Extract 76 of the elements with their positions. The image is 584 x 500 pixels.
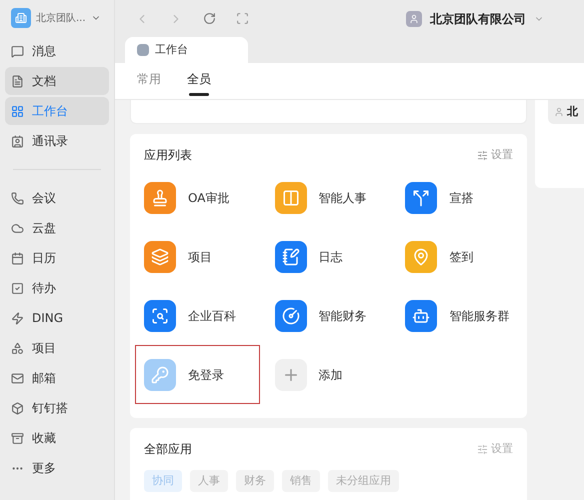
sidebar-item[interactable]: 云盘 — [5, 213, 109, 243]
layers-icon — [151, 248, 169, 266]
box-icon — [11, 402, 24, 414]
app-icon-tile[interactable] — [405, 240, 438, 272]
settings-icon[interactable] — [477, 150, 488, 160]
sidebar-item[interactable]: 钉钉搭 — [5, 393, 109, 423]
sidebar-item[interactable]: 待办 — [5, 273, 109, 303]
org-logo[interactable] — [11, 8, 31, 28]
add-tile[interactable] — [274, 358, 307, 390]
tab[interactable]: 常用 — [137, 63, 161, 99]
refresh-icon[interactable] — [203, 12, 216, 25]
checkbox-icon — [11, 282, 24, 294]
app-name[interactable]: 企业百科 — [188, 306, 236, 324]
columns-icon — [282, 188, 300, 206]
sidebar-item[interactable]: 收藏 — [5, 423, 109, 453]
app-name[interactable]: OA审批 — [188, 188, 230, 206]
gauge-icon — [282, 306, 300, 324]
app-icon-tile[interactable] — [274, 182, 307, 214]
stamp-icon — [151, 188, 169, 206]
sidebar-item[interactable]: 消息 — [5, 37, 109, 65]
sidebar-item[interactable]: 邮箱 — [5, 363, 109, 393]
person-icon — [554, 107, 564, 117]
robot-icon — [412, 306, 430, 324]
app-name[interactable]: 免登录 — [188, 366, 224, 384]
split-icon — [412, 188, 430, 206]
tab-favicon — [137, 44, 149, 56]
sidebar-item[interactable]: 更多 — [5, 453, 109, 483]
document-icon — [11, 74, 24, 88]
sidebar-item[interactable]: 通讯录 — [5, 127, 109, 155]
app-icon-tile[interactable] — [144, 300, 176, 332]
section-title: 应用列表 — [144, 147, 192, 164]
org-name[interactable]: 北京团队... — [36, 10, 86, 26]
building-icon — [15, 12, 27, 24]
app-icon-tile[interactable] — [144, 240, 176, 272]
app-icon-tile[interactable] — [405, 300, 438, 332]
chat-icon — [11, 44, 24, 58]
app-icon-tile[interactable] — [144, 358, 176, 390]
lightning-icon — [11, 312, 24, 324]
app-name[interactable]: 日志 — [318, 248, 343, 266]
mail-icon — [11, 372, 24, 384]
cloud-icon — [11, 222, 24, 234]
tab-title: 工作台 — [155, 42, 188, 58]
settings-icon[interactable] — [477, 444, 488, 454]
app-name[interactable]: 签到 — [449, 248, 474, 266]
calendar-icon — [11, 252, 24, 264]
fullscreen-icon[interactable] — [236, 12, 249, 25]
app-icon-tile[interactable] — [405, 182, 438, 214]
sidebar-item[interactable]: 日历 — [5, 243, 109, 273]
section-title: 全部应用 — [144, 441, 192, 458]
person-icon — [409, 14, 419, 24]
window-tab[interactable]: 工作台 — [125, 37, 248, 63]
app-icon-tile[interactable] — [144, 182, 176, 214]
shapes-icon — [11, 342, 24, 354]
phone-icon — [11, 192, 24, 204]
app-icon-tile[interactable] — [274, 300, 307, 332]
sidebar-item[interactable]: DING — [5, 303, 109, 333]
app-name[interactable]: 智能人事 — [318, 188, 367, 206]
key-icon — [151, 366, 169, 384]
sidebar-item[interactable]: 会议 — [5, 183, 109, 213]
app-name[interactable]: 宣搭 — [449, 188, 474, 206]
app-name[interactable]: 添加 — [318, 366, 343, 384]
sidebar-item[interactable]: 文档 — [5, 67, 109, 95]
grid-icon — [11, 104, 24, 118]
sidebar-item[interactable]: 项目 — [5, 333, 109, 363]
contacts-icon — [11, 134, 24, 148]
notebook-icon — [282, 248, 300, 266]
app-name[interactable]: 项目 — [188, 248, 212, 266]
company-name[interactable]: 北京团队有限公司 — [430, 10, 526, 28]
app-name[interactable]: 智能财务 — [318, 306, 367, 324]
member-chip[interactable]: 北 — [548, 100, 584, 124]
archive-icon — [11, 432, 24, 444]
search-icon — [151, 306, 169, 324]
app-icon-tile[interactable] — [274, 240, 307, 272]
tab[interactable]: 全员 — [187, 63, 211, 99]
app-name[interactable]: 智能服务群 — [449, 306, 510, 324]
map-pin-icon — [412, 248, 430, 266]
